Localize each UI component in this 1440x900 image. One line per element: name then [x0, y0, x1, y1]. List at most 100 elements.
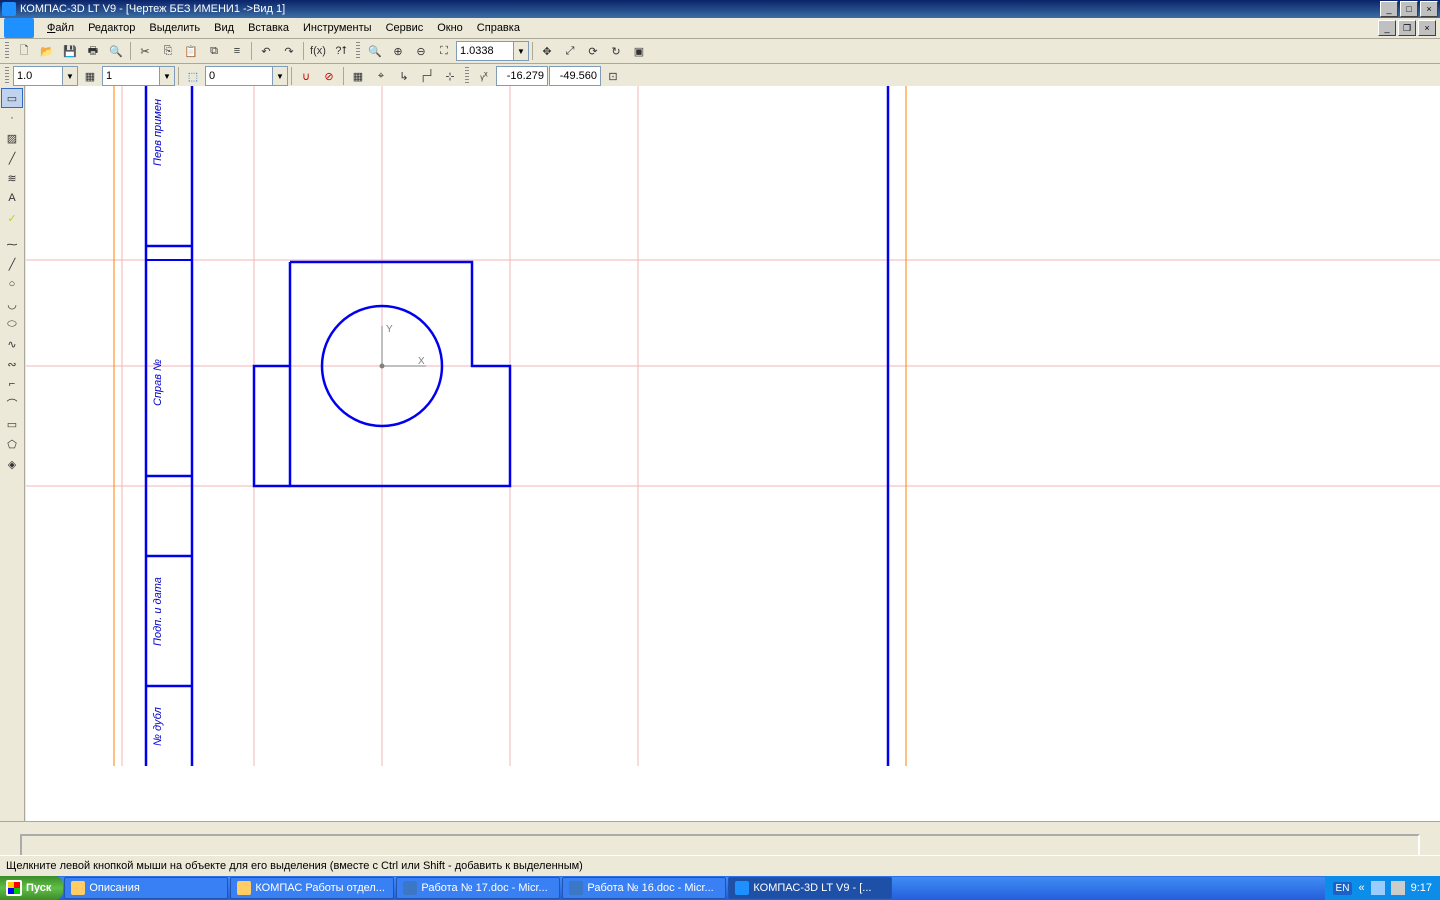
polygon-icon[interactable]: ⬠ — [1, 434, 23, 454]
coord-lock-icon[interactable]: ⊡ — [602, 65, 624, 87]
magnet-on-icon[interactable]: ∪ — [295, 65, 317, 87]
xy-icon[interactable]: ᵧˣ — [473, 65, 495, 87]
refresh-icon[interactable]: ↻ — [605, 40, 627, 62]
ellipse-icon[interactable]: ⬭ — [1, 314, 23, 334]
magnet-off-icon[interactable]: ⊘ — [318, 65, 340, 87]
props-icon[interactable]: ≡ — [226, 40, 248, 62]
new-icon[interactable]: 🗋 — [13, 40, 35, 62]
zoom-in-icon[interactable]: ⊕ — [387, 40, 409, 62]
layer-combo[interactable]: ▼ — [205, 66, 288, 86]
save-icon[interactable]: 💾 — [59, 40, 81, 62]
tool-icon[interactable]: ⁓ — [1, 234, 23, 254]
select-icon[interactable]: ▭ — [1, 88, 23, 108]
view-input[interactable] — [102, 66, 160, 86]
layer-icon[interactable]: ⬚ — [182, 65, 204, 87]
linewidth-input[interactable] — [13, 66, 63, 86]
grip[interactable] — [356, 42, 360, 60]
task-kompas[interactable]: КОМПАС-3D LT V9 - [... — [728, 877, 892, 899]
start-button[interactable]: Пуск — [0, 876, 63, 900]
system-tray[interactable]: EN « 9:17 — [1325, 876, 1440, 900]
drawing-canvas[interactable]: Y X Перв примен Справ № Подп. и дата № д… — [26, 86, 1440, 846]
point-icon[interactable]: · — [1, 108, 23, 128]
menu-service[interactable]: Сервис — [379, 20, 431, 36]
tray-icon[interactable] — [1391, 881, 1405, 895]
fillet-icon[interactable]: ⌒ — [1, 394, 23, 414]
close-button[interactable]: × — [1420, 1, 1438, 17]
redo-icon[interactable]: ↷ — [278, 40, 300, 62]
zoom-combo[interactable]: ▼ — [456, 41, 529, 61]
coord-y[interactable] — [549, 66, 601, 86]
menu-window[interactable]: Окно — [430, 20, 470, 36]
print-icon[interactable]: 🖶 — [82, 40, 104, 62]
undo-icon[interactable]: ↶ — [255, 40, 277, 62]
coord-x[interactable] — [496, 66, 548, 86]
style-btn[interactable]: ▦ — [79, 65, 101, 87]
lcs-icon[interactable]: ⊹ — [439, 65, 461, 87]
menu-insert[interactable]: Вставка — [241, 20, 296, 36]
chamfer-icon[interactable]: ⌐ — [1, 374, 23, 394]
chevron-down-icon[interactable]: ▼ — [514, 41, 529, 61]
rect-icon[interactable]: ▭ — [1, 414, 23, 434]
task-folder-2[interactable]: КОМПАС Работы отдел... — [230, 877, 394, 899]
menu-help[interactable]: Справка — [470, 20, 527, 36]
spline-icon[interactable]: ∿ — [1, 334, 23, 354]
lang-indicator[interactable]: EN — [1333, 882, 1353, 895]
segment-icon[interactable]: ╱ — [1, 254, 23, 274]
grip[interactable] — [5, 42, 9, 60]
task-word-2[interactable]: Работа № 16.doc - Micr... — [562, 877, 726, 899]
mdi-close[interactable]: × — [1418, 20, 1436, 36]
menu-file[interactable]: ФФайлайл — [40, 20, 81, 36]
break-icon[interactable]: ≋ — [1, 168, 23, 188]
arc-icon[interactable]: ◡ — [1, 294, 23, 314]
pan-icon[interactable]: ✥ — [536, 40, 558, 62]
whatsthis-icon[interactable]: ?⭡ — [330, 40, 352, 62]
grip[interactable] — [465, 67, 469, 85]
menu-tools[interactable]: Инструменты — [296, 20, 379, 36]
copy-icon[interactable]: ⎘ — [157, 40, 179, 62]
view-combo[interactable]: ▼ — [102, 66, 175, 86]
snap-icon[interactable]: ⌖ — [370, 65, 392, 87]
paste-icon[interactable]: 📋 — [180, 40, 202, 62]
linewidth-combo[interactable]: ▼ — [13, 66, 78, 86]
vars-icon[interactable]: f(x) — [307, 40, 329, 62]
chevron-down-icon[interactable]: ▼ — [160, 66, 175, 86]
layer-input[interactable] — [205, 66, 273, 86]
mdi-minimize[interactable]: _ — [1378, 20, 1396, 36]
rough-icon[interactable]: ✓ — [1, 208, 23, 228]
zoom-window-icon[interactable]: 🔍 — [364, 40, 386, 62]
chevron-down-icon[interactable]: ▼ — [63, 66, 78, 86]
chevron-down-icon[interactable]: ▼ — [273, 66, 288, 86]
tray-icon[interactable] — [1371, 881, 1385, 895]
menu-view[interactable]: Вид — [207, 20, 241, 36]
zoom-fit-icon[interactable]: ⛶ — [433, 40, 455, 62]
menu-edit[interactable]: Редактор — [81, 20, 142, 36]
grid-icon[interactable]: ▦ — [347, 65, 369, 87]
round-icon[interactable]: ┌┘ — [416, 65, 438, 87]
zoom-out-icon[interactable]: ⊖ — [410, 40, 432, 62]
clone-icon[interactable]: ⧉ — [203, 40, 225, 62]
task-folder[interactable]: Описания — [64, 877, 228, 899]
rotate-icon[interactable]: ⟳ — [582, 40, 604, 62]
menu-select[interactable]: Выделить — [142, 20, 207, 36]
axis-x-label: X — [418, 356, 425, 367]
task-word-1[interactable]: Работа № 17.doc - Micr... — [396, 877, 560, 899]
grip[interactable] — [5, 67, 9, 85]
mdi-restore[interactable]: ❐ — [1398, 20, 1416, 36]
tray-chevron[interactable]: « — [1358, 882, 1364, 894]
line-icon[interactable]: ╱ — [1, 148, 23, 168]
clock[interactable]: 9:17 — [1411, 882, 1432, 894]
cut-icon[interactable]: ✂ — [134, 40, 156, 62]
hatch-icon[interactable]: ▨ — [1, 128, 23, 148]
open-icon[interactable]: 📂 — [36, 40, 58, 62]
bezier-icon[interactable]: ∾ — [1, 354, 23, 374]
dim-icon[interactable]: A — [1, 188, 23, 208]
circle-icon[interactable]: ○ — [1, 274, 23, 294]
show-all-icon[interactable]: ▣ — [628, 40, 650, 62]
zoom-realtime-icon[interactable]: ⤢ — [559, 40, 581, 62]
preview-icon[interactable]: 🔍 — [105, 40, 127, 62]
ortho-icon[interactable]: ↳ — [393, 65, 415, 87]
maximize-button[interactable]: □ — [1400, 1, 1418, 17]
contour-icon[interactable]: ◈ — [1, 454, 23, 474]
zoom-input[interactable] — [456, 41, 514, 61]
minimize-button[interactable]: _ — [1380, 1, 1398, 17]
